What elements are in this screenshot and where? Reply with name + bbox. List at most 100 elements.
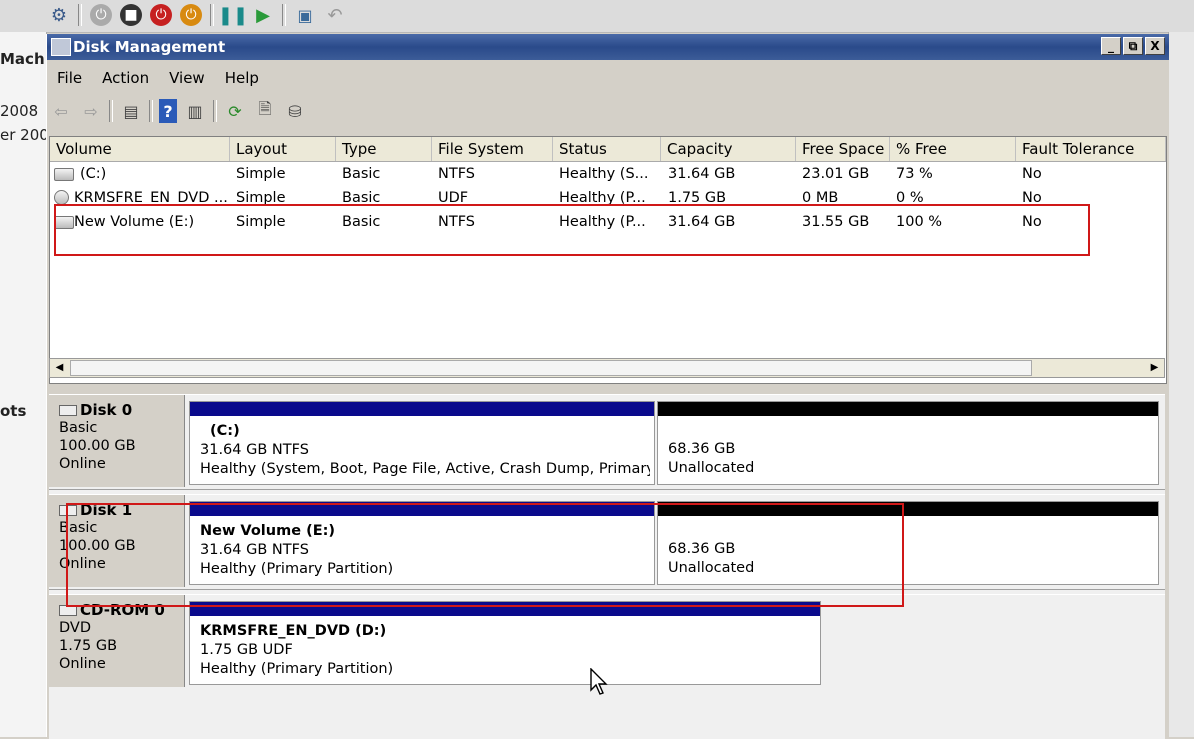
restore-button[interactable]: ⧉ xyxy=(1123,37,1143,55)
power-off-icon[interactable]: ⏻ xyxy=(90,4,112,26)
properties-icon[interactable]: 🗎 xyxy=(253,99,277,123)
table-row[interactable]: (C:) Simple Basic NTFS Healthy (S... 31.… xyxy=(50,162,1166,186)
cell-fault: No xyxy=(1022,166,1042,182)
unallocated-space[interactable]: 68.36 GB Unallocated xyxy=(657,501,1159,585)
cell-capacity: 1.75 GB xyxy=(668,190,727,206)
cell-layout: Simple xyxy=(236,190,286,206)
forward-icon[interactable]: ⇨ xyxy=(79,99,103,123)
title-bar[interactable]: Disk Management _ ⧉ X xyxy=(47,34,1169,60)
scroll-right-icon[interactable]: ▶ xyxy=(1146,360,1163,376)
col-layout[interactable]: Layout xyxy=(230,137,336,161)
disk-kind: DVD xyxy=(59,620,91,636)
cell-fs: UDF xyxy=(438,190,469,206)
partition-d[interactable]: KRMSFRE_EN_DVD (D:) 1.75 GB UDF Healthy … xyxy=(189,601,821,685)
unallocated-space[interactable]: 68.36 GB Unallocated xyxy=(657,401,1159,485)
menu-action[interactable]: Action xyxy=(92,66,159,90)
col-status[interactable]: Status xyxy=(553,137,661,161)
scroll-left-icon[interactable]: ◀ xyxy=(51,360,68,376)
disk-state: Online xyxy=(59,456,106,472)
window-title: Disk Management xyxy=(73,38,226,56)
disk-row: Disk 0 Basic 100.00 GB Online (C:) 31.64… xyxy=(49,394,1165,490)
cell-status: Healthy (P... xyxy=(559,214,646,230)
partition-title: KRMSFRE_EN_DVD (D:) xyxy=(200,623,387,639)
col-volume[interactable]: Volume xyxy=(50,137,230,161)
back-icon[interactable]: ⇦ xyxy=(49,99,73,123)
disk-name: Disk 0 xyxy=(80,401,133,419)
disk-management-window: Disk Management _ ⧉ X File Action View H… xyxy=(46,34,1169,739)
snapshot-icon[interactable]: ▣ xyxy=(294,4,316,26)
partition-status: Healthy (Primary Partition) xyxy=(200,561,394,577)
unallocated-label: Unallocated xyxy=(668,460,755,476)
disk-label[interactable]: Disk 0 Basic 100.00 GB Online xyxy=(49,395,185,487)
partition-title: New Volume (E:) xyxy=(200,523,336,539)
drive-icon xyxy=(54,168,74,181)
cell-fault: No xyxy=(1022,190,1042,206)
disk-label[interactable]: CD-ROM 0 DVD 1.75 GB Online xyxy=(49,595,185,687)
cell-fs: NTFS xyxy=(438,214,475,230)
table-row[interactable]: KRMSFRE_EN_DVD ... Simple Basic UDF Heal… xyxy=(50,186,1166,210)
cell-volume: (C:) xyxy=(80,166,107,182)
cell-capacity: 31.64 GB xyxy=(668,166,736,182)
cell-layout: Simple xyxy=(236,214,286,230)
host-label-year: 2008 xyxy=(0,102,39,120)
cell-type: Basic xyxy=(342,190,381,206)
disk-row: Disk 1 Basic 100.00 GB Online New Volume… xyxy=(49,494,1165,590)
close-button[interactable]: X xyxy=(1145,37,1165,55)
disk-label[interactable]: Disk 1 Basic 100.00 GB Online xyxy=(49,495,185,587)
col-free-space[interactable]: Free Space xyxy=(796,137,890,161)
col-type[interactable]: Type xyxy=(336,137,432,161)
refresh-icon[interactable]: ⟳ xyxy=(223,99,247,123)
help-icon[interactable]: ? xyxy=(159,99,177,123)
partition-c[interactable]: (C:) 31.64 GB NTFS Healthy (System, Boot… xyxy=(189,401,655,485)
col-pct-free[interactable]: % Free xyxy=(890,137,1016,161)
reset-icon[interactable]: ⏻ xyxy=(180,4,202,26)
cell-pct: 73 % xyxy=(896,166,933,182)
menu-view[interactable]: View xyxy=(159,66,215,90)
shutdown-icon[interactable]: ⏻ xyxy=(150,4,172,26)
table-row[interactable]: New Volume (E:) Simple Basic NTFS Health… xyxy=(50,210,1166,234)
revert-icon[interactable]: ↶ xyxy=(324,4,346,26)
disk-kind: Basic xyxy=(59,520,98,536)
cell-free: 0 MB xyxy=(802,190,839,206)
pause-icon[interactable]: ❚❚ xyxy=(218,4,248,26)
disk-icon xyxy=(59,405,77,416)
minimize-button[interactable]: _ xyxy=(1101,37,1121,55)
horizontal-scrollbar[interactable]: ◀ ▶ xyxy=(49,358,1165,378)
view-icon[interactable]: ▥ xyxy=(183,99,207,123)
host-sidebar: Mach 2008 er 200 ots xyxy=(0,32,49,737)
disk-icon xyxy=(59,505,77,516)
cell-fs: NTFS xyxy=(438,166,475,182)
disk-name: Disk 1 xyxy=(80,501,133,519)
menu-bar: File Action View Help xyxy=(47,66,269,90)
cell-free: 31.55 GB xyxy=(802,214,870,230)
settings-icon[interactable]: ⚙ xyxy=(48,4,70,26)
partition-size: 31.64 GB NTFS xyxy=(200,542,309,558)
scroll-thumb[interactable] xyxy=(70,360,1032,376)
partition-status: Healthy (Primary Partition) xyxy=(200,661,394,677)
partition-status: Healthy (System, Boot, Page File, Active… xyxy=(200,461,650,477)
partition-size: 1.75 GB UDF xyxy=(200,642,293,658)
partition-title: (C:) xyxy=(210,423,240,439)
volume-list-header: Volume Layout Type File System Status Ca… xyxy=(50,137,1166,162)
col-file-system[interactable]: File System xyxy=(432,137,553,161)
unallocated-size: 68.36 GB xyxy=(668,441,736,457)
rescan-disks-icon[interactable]: ⛁ xyxy=(283,99,307,123)
disk-state: Online xyxy=(59,656,106,672)
partition-e[interactable]: New Volume (E:) 31.64 GB NTFS Healthy (P… xyxy=(189,501,655,585)
col-fault-tolerance[interactable]: Fault Tolerance xyxy=(1016,137,1166,161)
stop-icon[interactable]: ■ xyxy=(120,4,142,26)
drive-icon xyxy=(54,216,74,229)
col-capacity[interactable]: Capacity xyxy=(661,137,796,161)
primary-bar xyxy=(190,402,654,416)
cell-volume: New Volume (E:) xyxy=(74,214,195,230)
cell-pct: 100 % xyxy=(896,214,943,230)
cell-status: Healthy (P... xyxy=(559,190,646,206)
menu-help[interactable]: Help xyxy=(215,66,269,90)
resume-icon[interactable]: ▶ xyxy=(252,4,274,26)
console-tree-icon[interactable]: ▤ xyxy=(119,99,143,123)
cdrom-icon xyxy=(54,190,69,205)
disk-size: 1.75 GB xyxy=(59,638,118,654)
menu-file[interactable]: File xyxy=(47,66,92,90)
host-right-panel xyxy=(1168,32,1194,737)
cell-pct: 0 % xyxy=(896,190,924,206)
